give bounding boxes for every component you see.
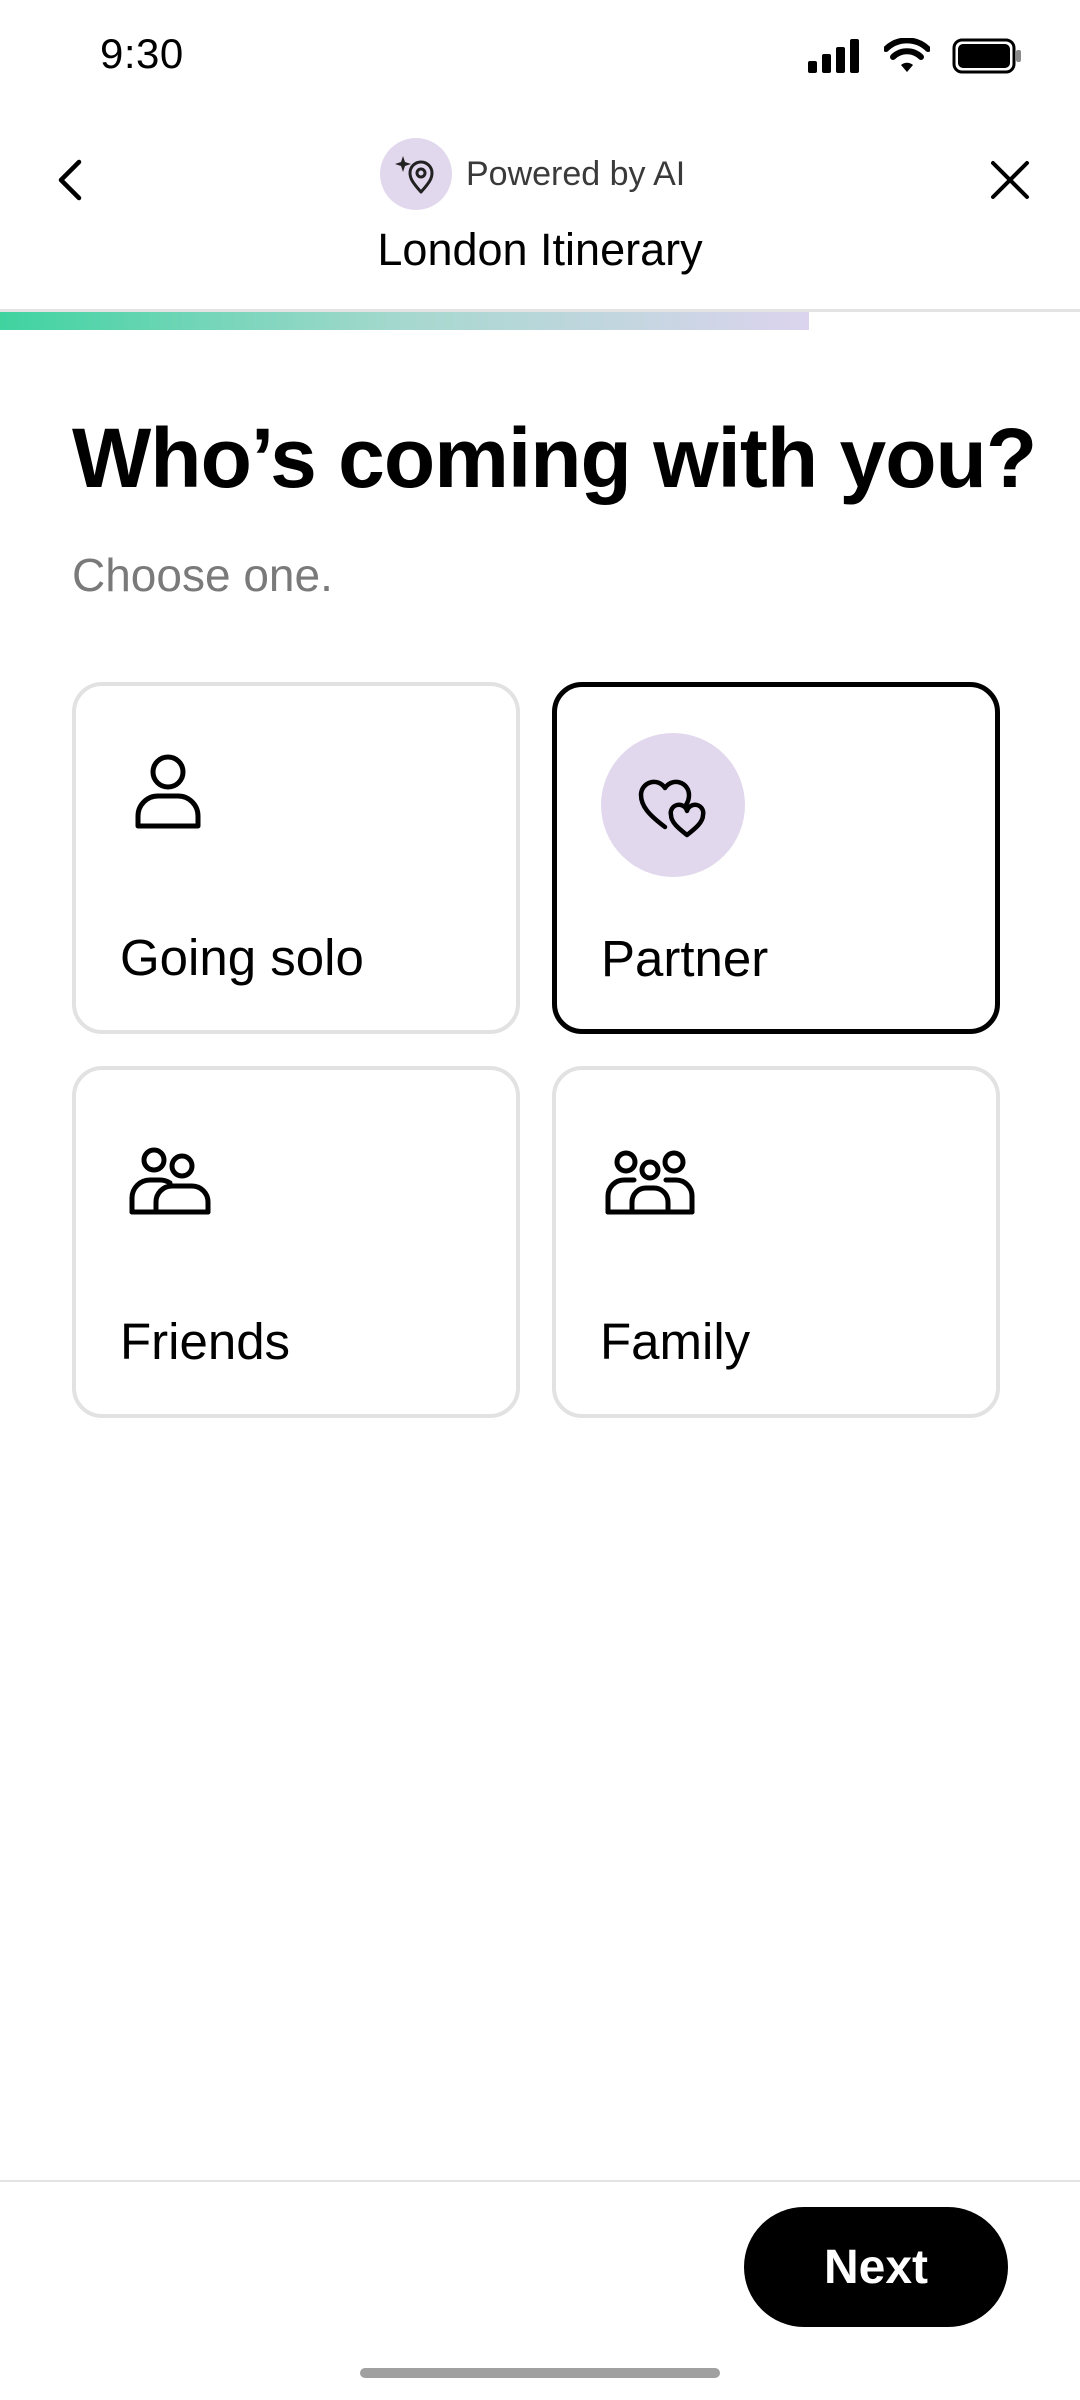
hearts-icon <box>601 733 745 877</box>
back-button[interactable] <box>40 150 100 210</box>
home-indicator[interactable] <box>360 2368 720 2378</box>
option-friends[interactable]: Friends <box>72 1066 520 1418</box>
status-icons <box>808 38 1022 74</box>
wifi-icon <box>884 38 930 72</box>
page-title: London Itinerary <box>377 224 703 275</box>
battery-icon <box>952 38 1021 74</box>
option-label: Friends <box>120 1313 291 1370</box>
status-time: 9:30 <box>100 30 184 77</box>
question-heading: Who’s coming with you? <box>72 411 1037 505</box>
option-family[interactable]: Family <box>552 1066 1000 1418</box>
status-bar: 9:30 <box>0 0 1080 110</box>
sparkle-pin-icon <box>395 156 434 194</box>
option-label: Partner <box>601 930 769 987</box>
close-button[interactable] <box>980 150 1040 210</box>
option-label: Family <box>600 1313 751 1370</box>
footer-divider <box>0 2180 1080 2182</box>
signal-icon <box>808 39 859 73</box>
close-icon <box>991 161 1029 199</box>
option-going-solo[interactable]: Going solo <box>72 682 520 1034</box>
progress-fill <box>0 312 809 330</box>
next-button[interactable]: Next <box>744 2207 1008 2327</box>
family-icon <box>600 1116 744 1260</box>
top-nav: Powered by AI London Itinerary <box>0 120 1080 310</box>
question-subheading: Choose one. <box>72 549 333 601</box>
person-icon <box>120 732 264 876</box>
ai-badge <box>380 138 452 210</box>
option-partner[interactable]: Partner <box>552 682 1000 1034</box>
powered-by-ai: Powered by AI <box>380 138 685 210</box>
two-people-icon <box>120 1116 264 1260</box>
option-label: Going solo <box>120 929 364 986</box>
powered-label: Powered by AI <box>466 154 686 193</box>
chevron-left-icon <box>58 159 82 201</box>
